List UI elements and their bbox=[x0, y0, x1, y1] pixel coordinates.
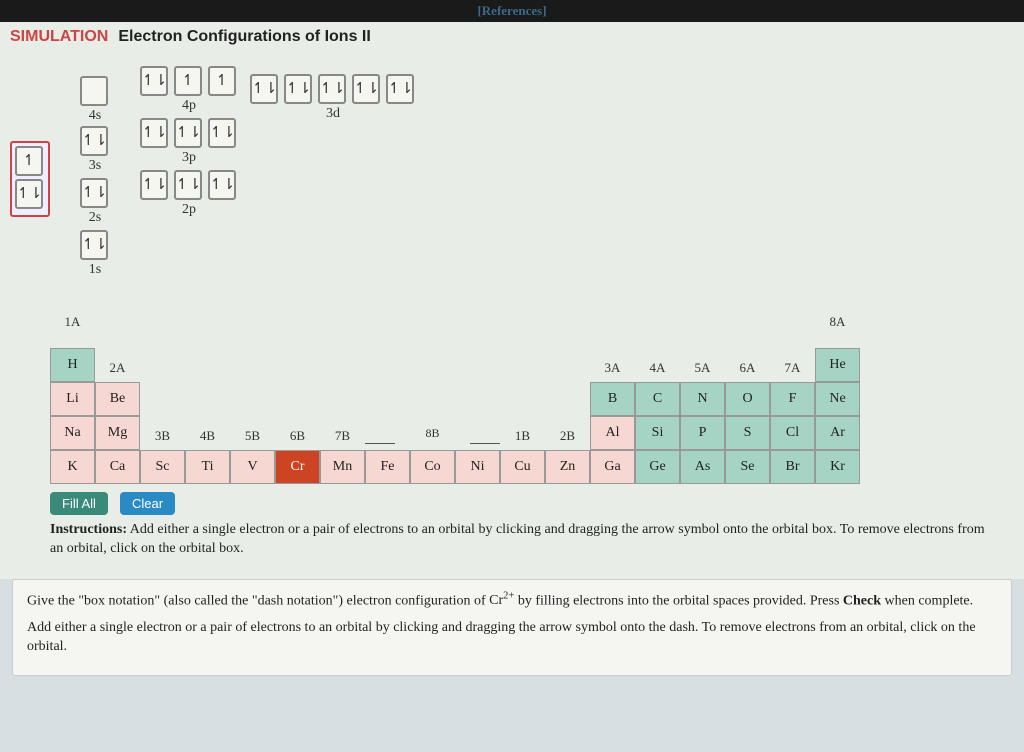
element-Ni[interactable]: Ni bbox=[455, 450, 500, 484]
orbital-label-4p: 4p bbox=[140, 98, 238, 114]
orbital-4p-2[interactable]: ↿ bbox=[208, 66, 236, 96]
question-text-b: by filling electrons into the orbital sp… bbox=[518, 593, 843, 608]
element-Ti[interactable]: Ti bbox=[185, 450, 230, 484]
instructions-body: Add either a single electron or a pair o… bbox=[50, 522, 985, 556]
group-6A: 6A bbox=[725, 348, 770, 382]
group-6B: 6B bbox=[275, 416, 320, 450]
electron-drag-source[interactable]: ↿ ↿⇂ bbox=[10, 141, 50, 217]
group-3A: 3A bbox=[590, 348, 635, 382]
orbital-2p-0[interactable]: ↿⇂ bbox=[140, 170, 168, 200]
element-Na[interactable]: Na bbox=[50, 416, 95, 450]
element-Cl[interactable]: Cl bbox=[770, 416, 815, 450]
orbital-3p-0[interactable]: ↿⇂ bbox=[140, 118, 168, 148]
page-title: Electron Configurations of Ions II bbox=[118, 28, 370, 45]
orbital-3p-1[interactable]: ↿⇂ bbox=[174, 118, 202, 148]
element-B[interactable]: B bbox=[590, 382, 635, 416]
orbital-3d-0[interactable]: ↿⇂ bbox=[250, 74, 278, 104]
element-Se[interactable]: Se bbox=[725, 450, 770, 484]
references-link[interactable]: [References] bbox=[0, 0, 1024, 22]
element-As[interactable]: As bbox=[680, 450, 725, 484]
element-C[interactable]: C bbox=[635, 382, 680, 416]
element-Al[interactable]: Al bbox=[590, 416, 635, 450]
periodic-table: 1A 8A H 2A 3A 4A 5A 6A 7A He Li Be B C N… bbox=[50, 314, 994, 484]
element-Co[interactable]: Co bbox=[410, 450, 455, 484]
element-Mg[interactable]: Mg bbox=[95, 416, 140, 450]
question-check-word: Check bbox=[843, 593, 881, 608]
orbital-1s-0[interactable]: ↿⇂ bbox=[80, 230, 108, 260]
element-N[interactable]: N bbox=[680, 382, 725, 416]
orbital-2s-0[interactable]: ↿⇂ bbox=[80, 178, 108, 208]
element-P[interactable]: P bbox=[680, 416, 725, 450]
orbital-3d-3[interactable]: ↿⇂ bbox=[352, 74, 380, 104]
group-5A: 5A bbox=[680, 348, 725, 382]
group-7A: 7A bbox=[770, 348, 815, 382]
orbital-4s-0[interactable] bbox=[80, 76, 108, 106]
element-Br[interactable]: Br bbox=[770, 450, 815, 484]
element-Be[interactable]: Be bbox=[95, 382, 140, 416]
group-7B: 7B bbox=[320, 416, 365, 450]
header: SIMULATION Electron Configurations of Io… bbox=[0, 22, 1024, 54]
orbital-3s-0[interactable]: ↿⇂ bbox=[80, 126, 108, 156]
element-Ne[interactable]: Ne bbox=[815, 382, 860, 416]
element-Ge[interactable]: Ge bbox=[635, 450, 680, 484]
orbital-label-3d: 3d bbox=[250, 106, 416, 122]
orbital-3p-2[interactable]: ↿⇂ bbox=[208, 118, 236, 148]
question-text-c: when complete. bbox=[885, 593, 974, 608]
element-Ca[interactable]: Ca bbox=[95, 450, 140, 484]
pair-electron-icon[interactable]: ↿⇂ bbox=[15, 179, 43, 209]
group-5B: 5B bbox=[230, 416, 275, 450]
element-Sc[interactable]: Sc bbox=[140, 450, 185, 484]
group-8A: 8A bbox=[815, 314, 860, 336]
element-Cr[interactable]: Cr bbox=[275, 450, 320, 484]
element-F[interactable]: F bbox=[770, 382, 815, 416]
orbital-2p-1[interactable]: ↿⇂ bbox=[174, 170, 202, 200]
element-V[interactable]: V bbox=[230, 450, 275, 484]
orbital-4p-1[interactable]: ↿ bbox=[174, 66, 202, 96]
orbital-3d-4[interactable]: ↿⇂ bbox=[386, 74, 414, 104]
group-4B: 4B bbox=[185, 416, 230, 450]
instructions-text: Instructions: Add either a single electr… bbox=[50, 521, 994, 559]
group-2A: 2A bbox=[95, 348, 140, 382]
clear-button[interactable]: Clear bbox=[120, 492, 175, 515]
orbital-label-3s: 3s bbox=[80, 158, 110, 174]
element-Li[interactable]: Li bbox=[50, 382, 95, 416]
group-4A: 4A bbox=[635, 348, 680, 382]
element-S[interactable]: S bbox=[725, 416, 770, 450]
group-1A: 1A bbox=[50, 314, 95, 336]
group-3B: 3B bbox=[140, 416, 185, 450]
orbital-label-1s: 1s bbox=[80, 262, 110, 278]
instructions-label: Instructions: bbox=[50, 522, 127, 537]
group-1B: 1B bbox=[500, 416, 545, 450]
simulation-label: SIMULATION bbox=[10, 28, 108, 45]
element-Fe[interactable]: Fe bbox=[365, 450, 410, 484]
question-text-2: Add either a single electron or a pair o… bbox=[27, 619, 997, 657]
element-Kr[interactable]: Kr bbox=[815, 450, 860, 484]
element-K[interactable]: K bbox=[50, 450, 95, 484]
group-8B: 8B bbox=[365, 416, 500, 450]
fill-all-button[interactable]: Fill All bbox=[50, 492, 108, 515]
question-text-a: Give the "box notation" (also called the… bbox=[27, 593, 489, 608]
element-H[interactable]: H bbox=[50, 348, 95, 382]
element-Si[interactable]: Si bbox=[635, 416, 680, 450]
question-box: Give the "box notation" (also called the… bbox=[12, 579, 1012, 676]
orbital-3d-1[interactable]: ↿⇂ bbox=[284, 74, 312, 104]
orbital-4p-0[interactable]: ↿⇂ bbox=[140, 66, 168, 96]
question-ion: Cr2+ bbox=[489, 593, 514, 608]
orbital-diagram: ↿ ↿⇂ 4s ↿⇂ ↿ ↿ 4p ↿⇂ ↿⇂ ↿⇂ ↿⇂ ↿⇂ 3d ↿⇂ 3… bbox=[40, 66, 1024, 306]
group-2B: 2B bbox=[545, 416, 590, 450]
element-Cu[interactable]: Cu bbox=[500, 450, 545, 484]
element-O[interactable]: O bbox=[725, 382, 770, 416]
orbital-label-2p: 2p bbox=[140, 202, 238, 218]
orbital-2p-2[interactable]: ↿⇂ bbox=[208, 170, 236, 200]
element-Ar[interactable]: Ar bbox=[815, 416, 860, 450]
element-Ga[interactable]: Ga bbox=[590, 450, 635, 484]
element-He[interactable]: He bbox=[815, 348, 860, 382]
element-Mn[interactable]: Mn bbox=[320, 450, 365, 484]
orbital-label-4s: 4s bbox=[80, 108, 110, 124]
element-Zn[interactable]: Zn bbox=[545, 450, 590, 484]
orbital-3d-2[interactable]: ↿⇂ bbox=[318, 74, 346, 104]
orbital-label-2s: 2s bbox=[80, 210, 110, 226]
single-electron-icon[interactable]: ↿ bbox=[15, 146, 43, 176]
orbital-label-3p: 3p bbox=[140, 150, 238, 166]
